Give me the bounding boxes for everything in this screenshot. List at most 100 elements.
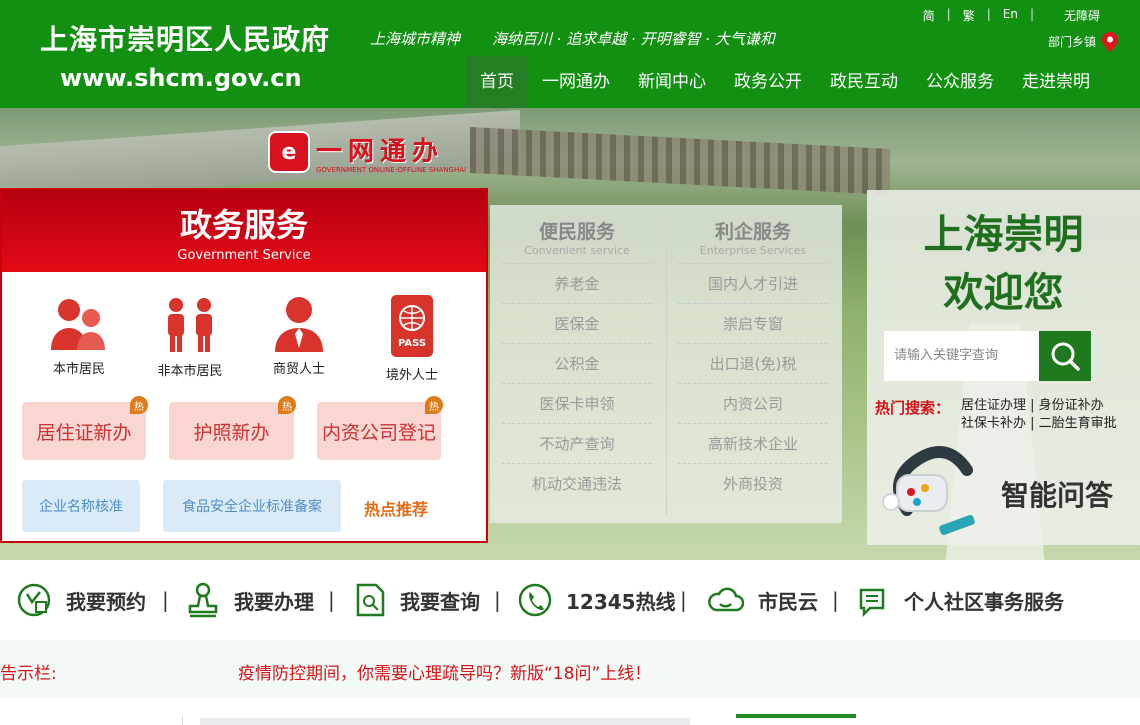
- site-title[interactable]: 上海市崇明区人民政府: [40, 18, 330, 58]
- quick-appointment[interactable]: 我要预约: [16, 582, 146, 618]
- cloud-icon: [708, 587, 744, 612]
- company-register-button[interactable]: 内资公司登记 热: [317, 396, 443, 460]
- quick-community-service[interactable]: 个人社区事务服务: [858, 582, 1064, 618]
- residence-permit-button[interactable]: 居住证新办 热: [22, 396, 148, 460]
- hot-search-line[interactable]: 居住证办理 | 身份证补办: [961, 397, 1117, 415]
- appointment-icon: [17, 583, 51, 617]
- gov-service-title: 政务服务: [179, 206, 308, 244]
- quick-label: 我要查询: [400, 589, 480, 614]
- category-business[interactable]: 商贸人士: [264, 296, 334, 377]
- quick-label: 12345热线: [566, 589, 676, 614]
- welcome-panel: 上海崇明 欢迎您 请输入关键字查询 热门搜索： 居住证办理 | 身份证补办 社保…: [867, 190, 1140, 545]
- hot-badge-icon: 热: [130, 396, 148, 414]
- category-local-resident[interactable]: 本市居民: [44, 296, 114, 377]
- hot-search-list: 居住证办理 | 身份证补办 社保卡补办 | 二胎生育审批: [961, 397, 1117, 433]
- robot-icon[interactable]: [877, 430, 987, 540]
- service-item[interactable]: 医保卡申领: [502, 383, 652, 423]
- quick-links-bar: 我要预约 | 我要办理 | 我要查询 | 12345热线 | 市民云 | 个人社…: [0, 560, 1140, 640]
- search-icon: [1051, 342, 1080, 371]
- column-divider: [666, 215, 667, 515]
- service-item[interactable]: 外商投资: [678, 463, 828, 503]
- nav-gov-affairs[interactable]: 政务公开: [720, 56, 816, 108]
- language-bar: 简 | 繁 | En | 无障碍: [917, 7, 1106, 24]
- enterprise-service-column: 利企服务 Enterprise Services 国内人才引进 崇启专窗 出口退…: [678, 217, 828, 503]
- notice-bar: 告示栏: 疫情防控期间，你需要心理疏导吗？新版“18问”上线！: [0, 640, 1140, 698]
- service-item[interactable]: 不动产查询: [502, 423, 652, 463]
- service-columns: 便民服务 Convenient service 养老金 医保金 公积金 医保卡申…: [490, 205, 842, 523]
- lang-traditional[interactable]: 繁: [957, 7, 981, 24]
- quick-hotline[interactable]: 12345热线: [518, 582, 676, 618]
- nav-news[interactable]: 新闻中心: [624, 56, 720, 108]
- column-title[interactable]: 便民服务: [502, 217, 652, 244]
- search-input[interactable]: 请输入关键字查询: [884, 331, 1039, 381]
- main-nav: 首页 一网通办 新闻中心 政务公开 政民互动 公众服务 走进崇明: [466, 56, 1104, 108]
- dept-link[interactable]: 部门乡镇: [1048, 33, 1096, 50]
- category-label: 本市居民: [52, 362, 105, 377]
- notice-label: 告示栏:: [0, 664, 57, 684]
- nav-interaction[interactable]: 政民互动: [816, 56, 912, 108]
- notice-text[interactable]: 疫情防控期间，你需要心理疏导吗？新版“18问”上线！: [238, 659, 651, 684]
- quick-handle[interactable]: 我要办理: [186, 582, 314, 618]
- nav-ywtb[interactable]: 一网通办: [528, 56, 624, 108]
- button-label: 内资公司登记: [321, 421, 436, 444]
- category-nonlocal-resident[interactable]: 非本市居民: [152, 296, 228, 379]
- ywtb-e-icon: e: [268, 131, 310, 173]
- nav-about[interactable]: 走进崇明: [1008, 56, 1104, 108]
- quick-label: 我要预约: [66, 589, 146, 614]
- search-button[interactable]: [1039, 331, 1091, 381]
- residents-icon: [51, 299, 105, 350]
- category-label: 非本市居民: [157, 364, 223, 379]
- lang-simplified[interactable]: 简: [917, 7, 941, 24]
- gov-service-header: 政务服务 Government Service: [2, 190, 486, 272]
- phone-icon: [518, 583, 552, 617]
- news-image-placeholder[interactable]: [200, 718, 690, 725]
- slogan-left: 上海城市精神: [370, 30, 461, 48]
- ywtb-subtitle: GOVERNMENT ONLINE-OFFLINE SHANGHAI: [316, 165, 467, 174]
- hot-search-label: 热门搜索：: [875, 399, 951, 417]
- company-name-button[interactable]: 企业名称核准: [22, 480, 140, 532]
- passport-icon: PASS: [391, 295, 433, 357]
- button-label: 护照新办: [193, 421, 270, 444]
- welcome-line2: 欢迎您: [943, 269, 1064, 316]
- gov-service-panel: 政务服务 Government Service 本市居民 非本市居民 商贸人士 …: [0, 188, 488, 543]
- ywtb-logo[interactable]: e 一网通办 GOVERNMENT ONLINE-OFFLINE SHANGHA…: [268, 130, 466, 174]
- service-item[interactable]: 公积金: [502, 343, 652, 383]
- category-foreigner[interactable]: PASS 境外人士: [377, 294, 447, 383]
- bottom-strip: [0, 698, 1140, 725]
- hot-recommend-link[interactable]: 热点推荐: [364, 496, 428, 520]
- svg-text:PASS: PASS: [398, 338, 426, 349]
- passport-button[interactable]: 护照新办 热: [169, 396, 296, 460]
- active-tab-indicator: [736, 714, 856, 718]
- accessibility-link[interactable]: 无障碍: [1040, 7, 1106, 24]
- nav-home[interactable]: 首页: [466, 56, 528, 108]
- service-item[interactable]: 高新技术企业: [678, 423, 828, 463]
- ywtb-title: 一网通办: [316, 136, 445, 167]
- lang-english[interactable]: En: [997, 7, 1024, 24]
- service-item[interactable]: 国内人才引进: [678, 263, 828, 303]
- service-item[interactable]: 机动交通违法: [502, 463, 652, 503]
- column-subtitle: Convenient service: [524, 244, 630, 257]
- businessman-icon: [275, 297, 323, 352]
- service-item[interactable]: 出口退(免)税: [678, 343, 828, 383]
- service-item[interactable]: 内资公司: [678, 383, 828, 423]
- quick-label: 个人社区事务服务: [904, 589, 1064, 614]
- service-item[interactable]: 崇启专窗: [678, 303, 828, 343]
- food-safety-button[interactable]: 食品安全企业标准备案: [163, 480, 341, 532]
- people-icon: [168, 298, 212, 352]
- category-label: 商贸人士: [272, 362, 325, 377]
- quick-citizen-cloud[interactable]: 市民云: [706, 582, 818, 618]
- nav-public-service[interactable]: 公众服务: [912, 56, 1008, 108]
- column-title[interactable]: 利企服务: [678, 217, 828, 244]
- location-pin-icon[interactable]: [1102, 32, 1118, 52]
- hot-badge-icon: 热: [425, 396, 443, 414]
- service-item[interactable]: 养老金: [502, 263, 652, 303]
- quick-query[interactable]: 我要查询: [354, 582, 480, 618]
- quick-label: 市民云: [758, 589, 818, 614]
- query-document-icon: [356, 583, 385, 617]
- service-item[interactable]: 医保金: [502, 303, 652, 343]
- smart-qa-link[interactable]: 智能问答: [1001, 474, 1113, 514]
- site-url[interactable]: www.shcm.gov.cn: [60, 64, 302, 92]
- button-label: 居住证新办: [36, 421, 132, 444]
- convenient-service-column: 便民服务 Convenient service 养老金 医保金 公积金 医保卡申…: [502, 217, 652, 503]
- quick-label: 我要办理: [234, 589, 314, 614]
